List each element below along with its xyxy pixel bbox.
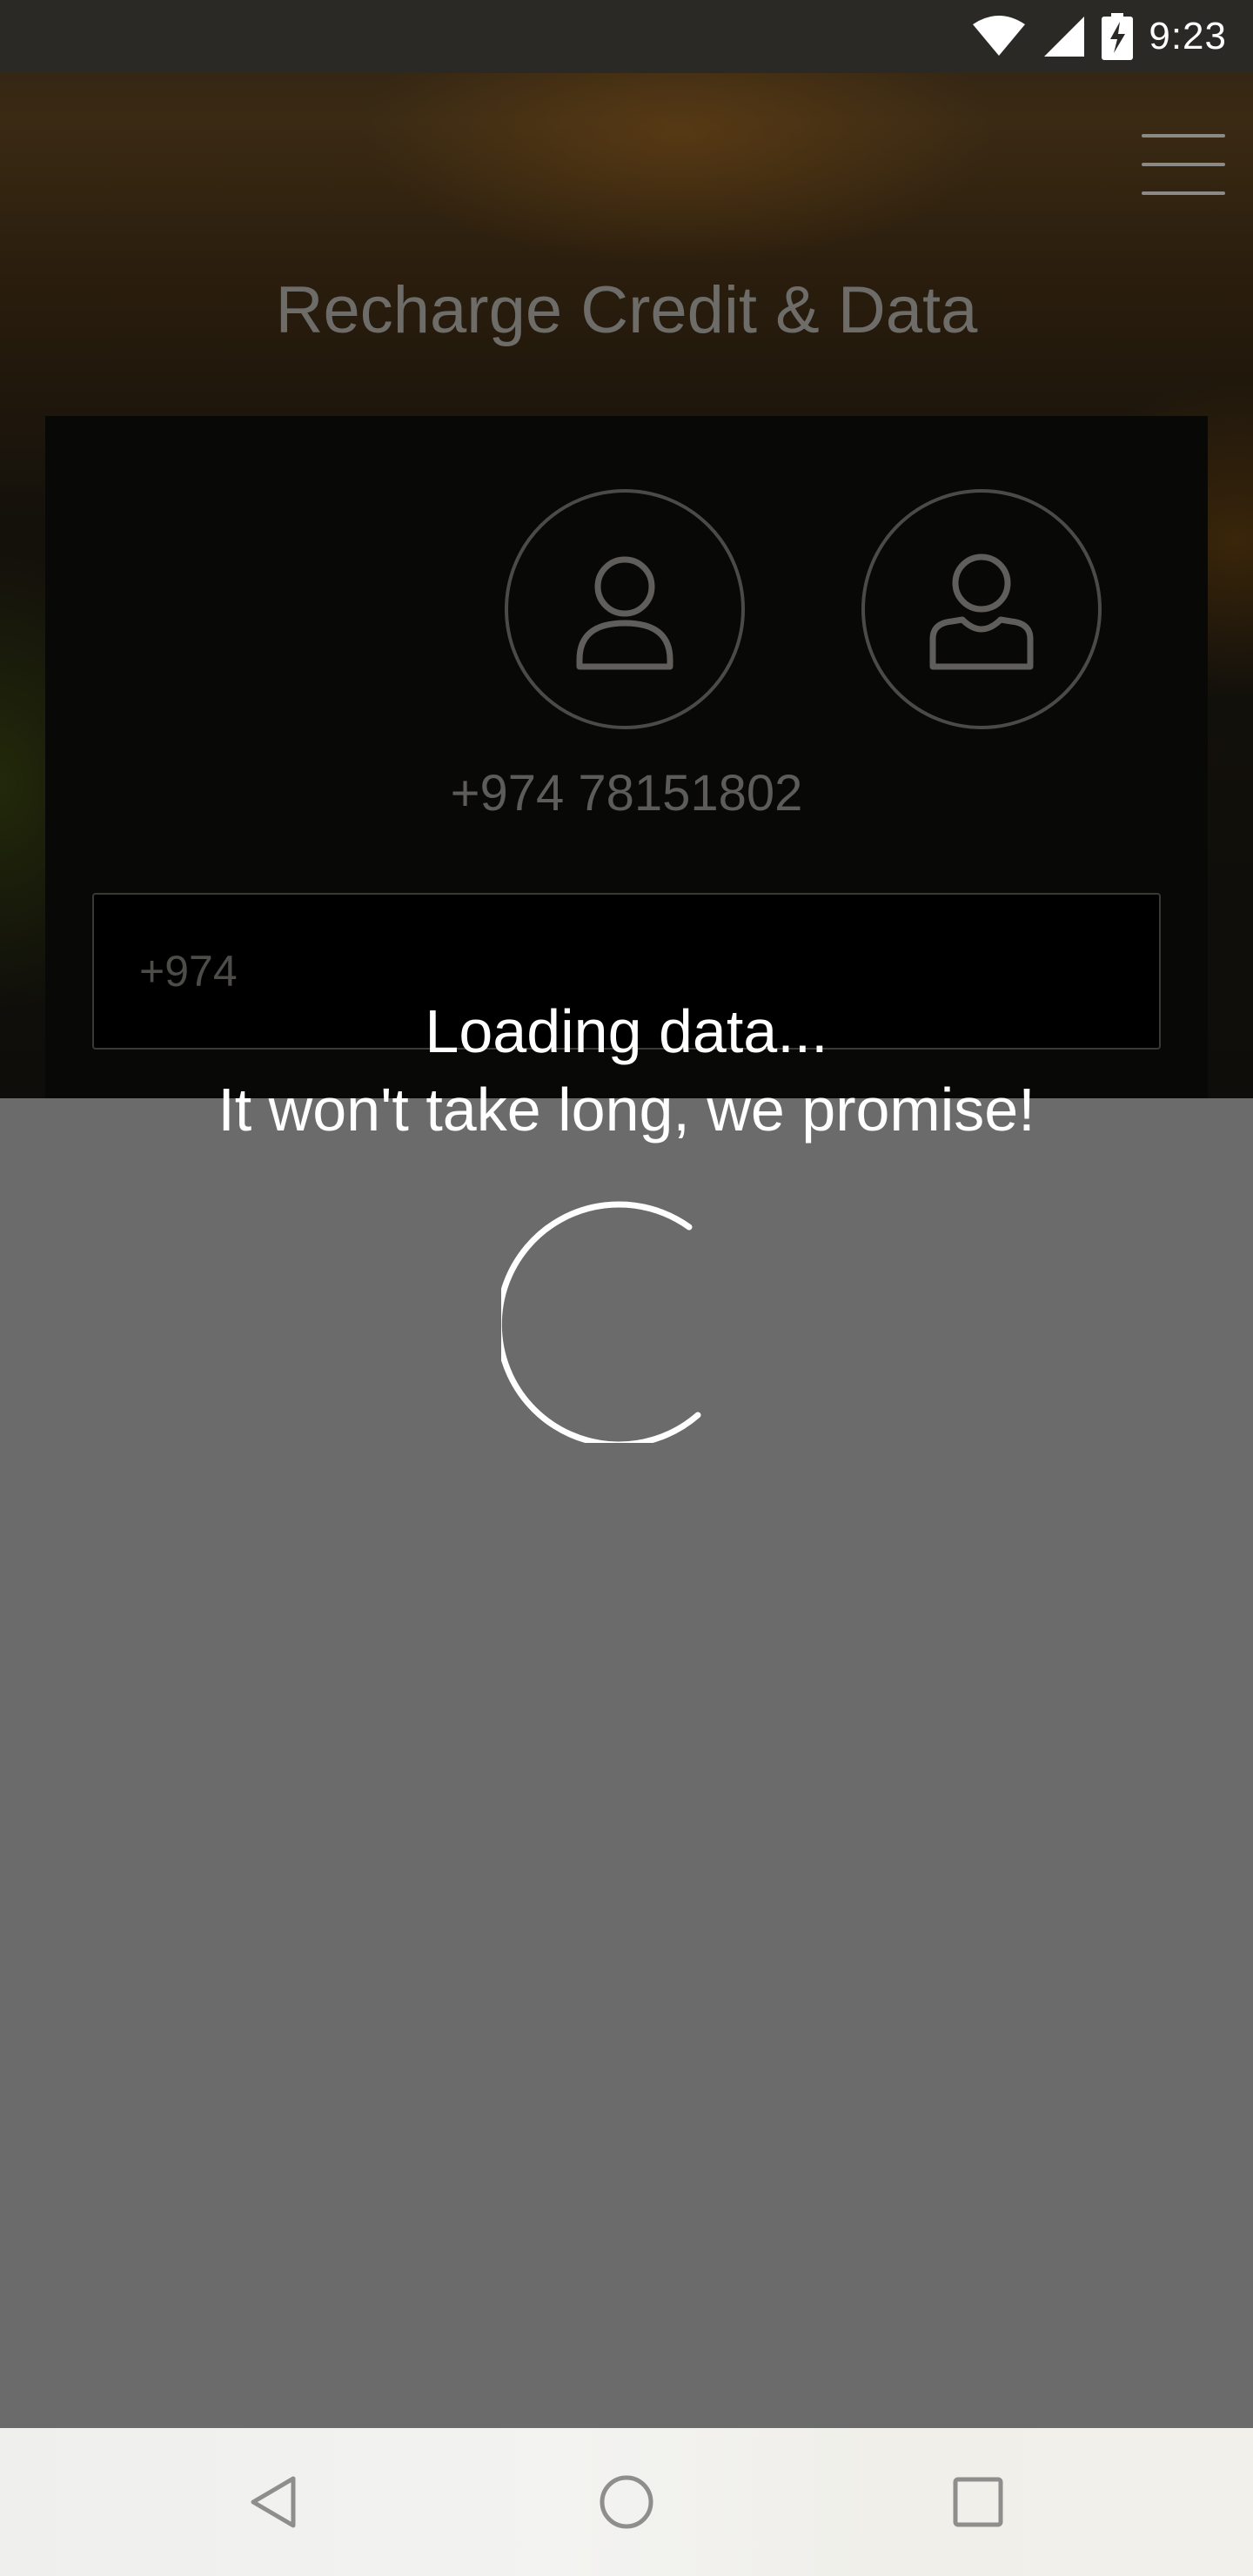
- home-icon: [600, 2475, 653, 2529]
- status-icons: 9:23: [971, 12, 1227, 61]
- back-icon: [251, 2476, 296, 2528]
- recent-apps-icon: [953, 2477, 1003, 2527]
- loading-spinner-icon: [501, 1201, 701, 1443]
- loading-title: Loading data...: [425, 997, 828, 1065]
- contact-icon: [929, 553, 1034, 670]
- status-bar: 9:23: [0, 0, 1253, 73]
- wifi-icon: [973, 16, 1026, 56]
- cellular-signal-icon: [1044, 17, 1085, 57]
- phone-number: +974 78151802: [450, 765, 803, 822]
- page-title: Recharge Credit & Data: [275, 273, 978, 347]
- back-button[interactable]: [188, 2428, 362, 2576]
- avatar-contact[interactable]: [861, 489, 1102, 729]
- navigation-bar: [0, 2428, 1253, 2576]
- battery-charging-icon: [1102, 13, 1134, 60]
- loading-subtitle: It won't take long, we promise!: [218, 1076, 1035, 1144]
- hamburger-menu-icon[interactable]: [1136, 131, 1225, 198]
- home-button[interactable]: [539, 2428, 714, 2576]
- recent-apps-button[interactable]: [891, 2428, 1065, 2576]
- person-icon: [576, 556, 673, 670]
- status-time: 9:23: [1149, 15, 1227, 57]
- avatar-self[interactable]: [505, 489, 745, 729]
- loading-message: Loading data... It won't take long, we p…: [0, 992, 1253, 1149]
